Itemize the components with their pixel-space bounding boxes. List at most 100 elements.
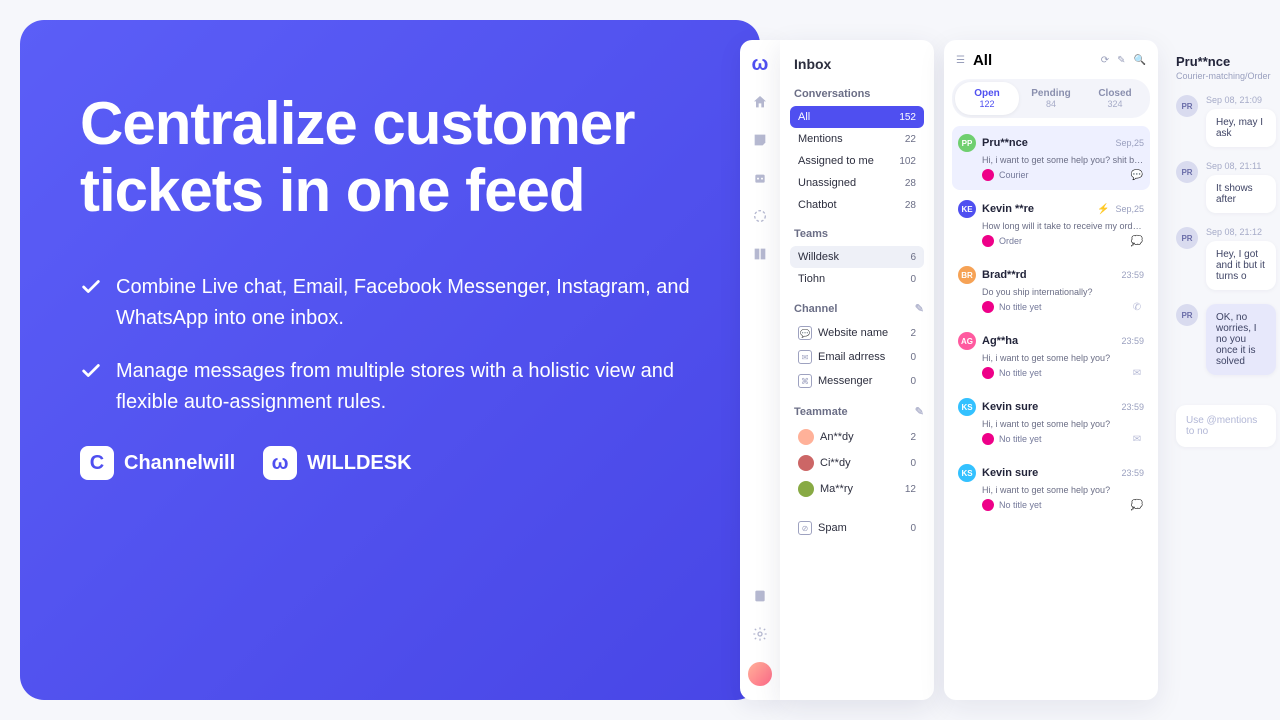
chat-icon: 💭: [1130, 498, 1144, 512]
check-icon: [80, 360, 102, 382]
sidebar-item-all[interactable]: All152: [790, 106, 924, 128]
bullet-text: Combine Live chat, Email, Facebook Messe…: [116, 272, 700, 334]
channel-item[interactable]: ⌘Messenger0: [790, 369, 924, 393]
team-item[interactable]: Willdesk6: [790, 246, 924, 268]
hero-headline: Centralize customer tickets in one feed: [80, 90, 700, 224]
chat-icon: 💭: [1130, 234, 1144, 248]
tab-open[interactable]: Open122: [955, 82, 1019, 115]
bullet-item: Manage messages from multiple stores wit…: [80, 356, 700, 418]
ticket-item[interactable]: AGAg**ha23:59Hi, i want to get some help…: [952, 324, 1150, 388]
avatar: [798, 429, 814, 445]
bullet-text: Manage messages from multiple stores wit…: [116, 356, 700, 418]
settings-icon[interactable]: [750, 624, 770, 644]
ticket-item[interactable]: KSKevin sure23:59Hi, i want to get some …: [952, 390, 1150, 454]
convo-sub: Courier-matching/Order: [1176, 71, 1276, 81]
app-shell: ω Inbox Conversations All152Mentions22As…: [740, 40, 1280, 700]
automation-icon[interactable]: [750, 206, 770, 226]
sidebar-item-mentions[interactable]: Mentions22: [790, 128, 924, 150]
contacts-icon[interactable]: [750, 586, 770, 606]
sidebar-item-assigned-to-me[interactable]: Assigned to me102: [790, 150, 924, 172]
whatsapp-icon: ✆: [1130, 300, 1144, 314]
spam-icon: ⊘: [798, 521, 812, 535]
sidebar-item-unassigned[interactable]: Unassigned28: [790, 172, 924, 194]
avatar: KS: [958, 464, 976, 482]
assignee-avatar: [982, 301, 994, 313]
conversation-panel: Pru**nce Courier-matching/Order PRSep 08…: [1166, 40, 1280, 700]
compose-icon[interactable]: ✎: [1117, 55, 1125, 66]
refresh-icon[interactable]: ⟳: [1101, 55, 1109, 66]
channelwill-logo-icon: C: [80, 446, 114, 480]
team-item[interactable]: Tiohn0: [790, 268, 924, 290]
app-logo-icon[interactable]: ω: [750, 54, 770, 74]
thread-list: ☰ All ⟳ ✎ 🔍 Open122Pending84Closed324 PP…: [944, 40, 1158, 700]
brand-label: WILLDESK: [307, 452, 411, 475]
thread-title: All: [973, 52, 1093, 69]
tab-pending[interactable]: Pending84: [1019, 82, 1083, 115]
ticket-item[interactable]: PPPru**nceSep,25Hi, i want to get some h…: [952, 126, 1150, 190]
ticket-item[interactable]: KEKevin **re⚡Sep,25How long will it take…: [952, 192, 1150, 256]
avatar: KE: [958, 200, 976, 218]
avatar: PP: [958, 134, 976, 152]
nav-rail: ω: [740, 40, 780, 700]
email-icon: ✉: [1130, 432, 1144, 446]
message: PRSep 08, 21:09Hey, may I ask: [1176, 95, 1276, 147]
teammate-item[interactable]: An**dy2: [790, 424, 924, 450]
brands-row: C Channelwill ω WILLDESK: [80, 446, 700, 480]
willdesk-logo-icon: ω: [263, 446, 297, 480]
message: PRSep 08, 21:12Hey, I got and it but it …: [1176, 227, 1276, 290]
teammate-item[interactable]: Ci**dy0: [790, 450, 924, 476]
channel-item[interactable]: ✉Email adrress0: [790, 345, 924, 369]
inbox-sidebar: Inbox Conversations All152Mentions22Assi…: [780, 40, 934, 700]
tab-closed[interactable]: Closed324: [1083, 82, 1147, 115]
avatar: PR: [1176, 304, 1198, 326]
current-user-avatar[interactable]: [748, 662, 772, 686]
inbox-title: Inbox: [790, 56, 924, 72]
edit-icon[interactable]: ✎: [915, 405, 924, 418]
assignee-avatar: [982, 499, 994, 511]
priority-icon: ⚡: [1097, 204, 1109, 215]
section-teammate: Teammate✎: [790, 405, 924, 418]
brand-channelwill: C Channelwill: [80, 446, 235, 480]
docs-icon[interactable]: [750, 244, 770, 264]
inbox-icon[interactable]: [750, 130, 770, 150]
sidebar-item-chatbot[interactable]: Chatbot28: [790, 194, 924, 216]
avatar: AG: [958, 332, 976, 350]
assignee-avatar: [982, 235, 994, 247]
avatar: PR: [1176, 227, 1198, 249]
messenger-icon: 💬: [1130, 168, 1144, 182]
edit-icon[interactable]: ✎: [915, 302, 924, 315]
assignee-avatar: [982, 169, 994, 181]
assignee-avatar: [982, 367, 994, 379]
avatar: PR: [1176, 95, 1198, 117]
sidebar-item-spam[interactable]: ⊘Spam 0: [790, 516, 924, 540]
hero-bullets: Combine Live chat, Email, Facebook Messe…: [80, 272, 700, 418]
brand-willdesk: ω WILLDESK: [263, 446, 411, 480]
home-icon[interactable]: [750, 92, 770, 112]
channel-item[interactable]: 💬Website name2: [790, 321, 924, 345]
channel-icon: 💬: [798, 326, 812, 340]
section-teams: Teams: [790, 228, 924, 240]
message: PRSep 08, 21:11It shows after: [1176, 161, 1276, 213]
section-conversations: Conversations: [790, 88, 924, 100]
avatar: PR: [1176, 161, 1198, 183]
channel-icon: ⌘: [798, 374, 812, 388]
avatar: [798, 481, 814, 497]
avatar: KS: [958, 398, 976, 416]
bullet-item: Combine Live chat, Email, Facebook Messe…: [80, 272, 700, 334]
ticket-item[interactable]: BRBrad**rd23:59Do you ship international…: [952, 258, 1150, 322]
composer-input[interactable]: Use @mentions to no: [1176, 405, 1276, 447]
search-icon[interactable]: 🔍: [1134, 55, 1146, 66]
status-tabs: Open122Pending84Closed324: [952, 79, 1150, 118]
avatar: [798, 455, 814, 471]
email-icon: ✉: [1130, 366, 1144, 380]
brand-label: Channelwill: [124, 452, 235, 475]
section-channel: Channel✎: [790, 302, 924, 315]
channel-icon: ✉: [798, 350, 812, 364]
avatar: BR: [958, 266, 976, 284]
assignee-avatar: [982, 433, 994, 445]
filter-icon[interactable]: ☰: [956, 55, 965, 66]
hero-panel: Centralize customer tickets in one feed …: [20, 20, 760, 700]
ticket-item[interactable]: KSKevin sure23:59Hi, i want to get some …: [952, 456, 1150, 520]
teammate-item[interactable]: Ma**ry12: [790, 476, 924, 502]
bot-icon[interactable]: [750, 168, 770, 188]
